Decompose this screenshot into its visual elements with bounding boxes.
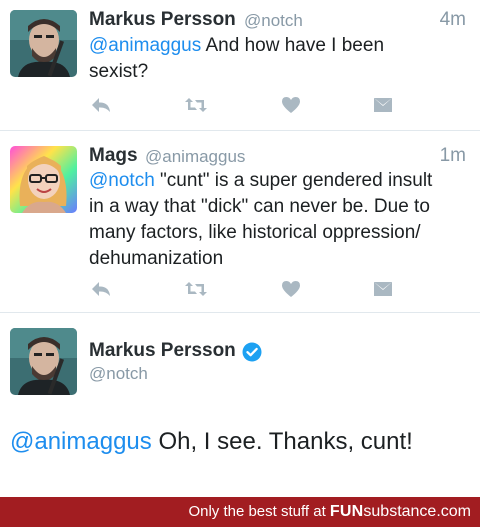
tweet-text: @notch "cunt" is a super gendered insult… (89, 168, 473, 272)
tweet-1[interactable]: Markus Persson @notch 4m @animaggus And … (0, 0, 480, 130)
mention-link[interactable]: @animaggus (89, 35, 201, 56)
avatar[interactable] (10, 328, 77, 395)
author-handle[interactable]: @notch (89, 364, 148, 384)
reply-button[interactable] (89, 93, 113, 117)
tweet-text-line: in a way that "dick" can never be. Due t… (89, 196, 430, 217)
tweet-text: @animaggus Oh, I see. Thanks, cunt! (10, 427, 413, 457)
timestamp[interactable]: 1m (440, 145, 466, 167)
tweet-text-line: many factors, like historical oppression… (89, 222, 421, 243)
heart-icon (282, 97, 300, 113)
reply-icon (92, 282, 110, 296)
direct-message-button[interactable] (371, 277, 395, 301)
tweet-text-body: And how have I been (201, 35, 385, 56)
tweet-actions (89, 93, 399, 117)
reply-button[interactable] (89, 277, 113, 301)
tweet-actions (89, 277, 399, 301)
tweet-2[interactable]: Mags @animaggus 1m @notch "cunt" is a su… (0, 131, 480, 312)
tweet-text-body: Oh, I see. Thanks, cunt! (151, 428, 413, 455)
watermark-prefix: Only the best stuff at (188, 503, 330, 520)
timestamp[interactable]: 4m (440, 9, 466, 31)
watermark-brand-rest: substance.com (363, 503, 471, 520)
like-button[interactable] (279, 277, 303, 301)
retweet-button[interactable] (184, 277, 208, 301)
author-handle[interactable]: @animaggus (145, 147, 245, 167)
retweet-icon (185, 98, 207, 112)
like-button[interactable] (279, 93, 303, 117)
mention-link[interactable]: @animaggus (10, 428, 152, 455)
heart-icon (282, 281, 300, 297)
direct-message-icon (374, 98, 392, 112)
author-name[interactable]: Mags (89, 145, 138, 167)
mention-link[interactable]: @notch (89, 170, 155, 191)
reply-icon (92, 98, 110, 112)
direct-message-button[interactable] (371, 93, 395, 117)
watermark-brand-bold: FUN (329, 503, 364, 520)
avatar[interactable] (10, 146, 77, 213)
avatar[interactable] (10, 10, 77, 77)
tweet-text: @animaggus And how have I been sexist? (89, 33, 473, 85)
watermark-bar: Only the best stuff at FUNsubstance.com (0, 497, 480, 527)
tweet-text-body: "cunt" is a super gendered insult (154, 170, 433, 191)
tweet-detail[interactable]: Markus Persson @notch @animaggus Oh, I s… (0, 313, 480, 497)
author-handle[interactable]: @notch (244, 11, 303, 31)
author-name[interactable]: Markus Persson (89, 9, 236, 31)
author-name[interactable]: Markus Persson (89, 340, 236, 362)
direct-message-icon (374, 282, 392, 296)
retweet-icon (185, 282, 207, 296)
watermark-text: Only the best stuff at FUNsubstance.com (188, 503, 471, 521)
tweet-text-line: dehumanization (89, 248, 224, 269)
verified-icon (242, 342, 262, 362)
retweet-button[interactable] (184, 93, 208, 117)
tweet-text-line: sexist? (89, 61, 149, 82)
